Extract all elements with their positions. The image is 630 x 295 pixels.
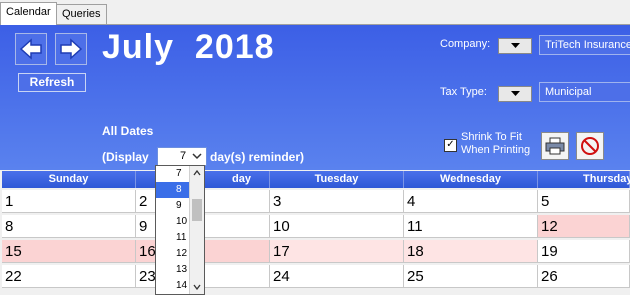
clear-button[interactable] (576, 132, 604, 160)
dropdown-scrollbar-thumb[interactable] (192, 199, 202, 221)
tab-calendar[interactable]: Calendar (0, 2, 57, 25)
day-header-sunday: Sunday (2, 171, 136, 188)
month-title: July 2018 (102, 28, 275, 66)
calendar-day-cell-highlighted[interactable]: 18 (404, 240, 538, 263)
chevron-up-icon[interactable] (193, 170, 201, 176)
reminder-prefix: (Display (102, 150, 149, 164)
caret-down-icon (510, 43, 520, 48)
reminder-days-select[interactable]: 7 (157, 147, 207, 166)
shrink-to-fit-label-line2: When Printing (461, 144, 531, 156)
reminder-days-value: 7 (180, 150, 187, 162)
calendar-day-cell[interactable]: 5 (538, 190, 630, 213)
printer-icon (545, 137, 565, 155)
next-month-button[interactable] (55, 33, 87, 65)
previous-month-button[interactable] (15, 33, 47, 65)
shrink-to-fit-label-line1: Shrink To Fit (461, 131, 522, 143)
calendar-day-cell[interactable]: 3 (270, 190, 404, 213)
calendar-day-cell[interactable]: 19 (538, 240, 630, 263)
calendar-day-cell[interactable]: 8 (2, 215, 136, 238)
tab-bar: Calendar Queries (0, 0, 630, 25)
calendar-day-cell[interactable]: 1 (2, 190, 136, 213)
calendar-day-cell[interactable]: 22 (2, 265, 136, 288)
calendar-day-cell-highlighted[interactable]: 17 (270, 240, 404, 263)
tab-queries[interactable]: Queries (56, 4, 107, 24)
company-dropdown-button[interactable] (498, 38, 532, 54)
company-label: Company: (440, 38, 491, 50)
calendar-day-cell[interactable]: 4 (404, 190, 538, 213)
reminder-suffix: day(s) reminder) (210, 150, 305, 164)
reminder-days-dropdown-list: 7 8 9 10 11 12 13 14 (155, 165, 205, 295)
calendar-day-cell[interactable]: 11 (404, 215, 538, 238)
calendar-day-cell[interactable]: 25 (404, 265, 538, 288)
arrow-right-icon (60, 38, 83, 60)
day-header-tuesday: Tuesday (270, 171, 404, 188)
caret-down-icon (510, 91, 520, 96)
dropdown-scrollbar[interactable] (189, 166, 204, 294)
chevron-down-icon[interactable] (193, 284, 201, 290)
shrink-to-fit-label: Shrink To Fit When Printing (461, 131, 530, 157)
print-button[interactable] (541, 132, 569, 160)
all-dates-label: All Dates (102, 124, 154, 138)
calendar-day-cell[interactable]: 10 (270, 215, 404, 238)
tax-type-dropdown-button[interactable] (498, 86, 532, 102)
day-header-thursday: Thursday (538, 171, 630, 188)
refresh-button[interactable]: Refresh (18, 73, 86, 92)
tax-type-label: Tax Type: (440, 86, 487, 98)
shrink-to-fit-checkbox[interactable]: ✓ (444, 139, 457, 152)
calendar-day-cell[interactable]: 26 (538, 265, 630, 288)
chevron-down-icon (192, 153, 202, 160)
calendar-header-panel: Refresh (0, 25, 630, 170)
no-entry-icon (581, 137, 599, 155)
tax-type-field[interactable]: Municipal (539, 82, 630, 102)
calendar-day-cell-highlighted[interactable]: 15 (2, 240, 136, 263)
arrow-left-icon (19, 38, 42, 60)
calendar-day-cell-highlighted[interactable]: 12 (538, 215, 630, 238)
company-field[interactable]: TriTech Insurance (539, 35, 630, 55)
calendar-day-cell[interactable]: 24 (270, 265, 404, 288)
day-header-wednesday: Wednesday (404, 171, 538, 188)
